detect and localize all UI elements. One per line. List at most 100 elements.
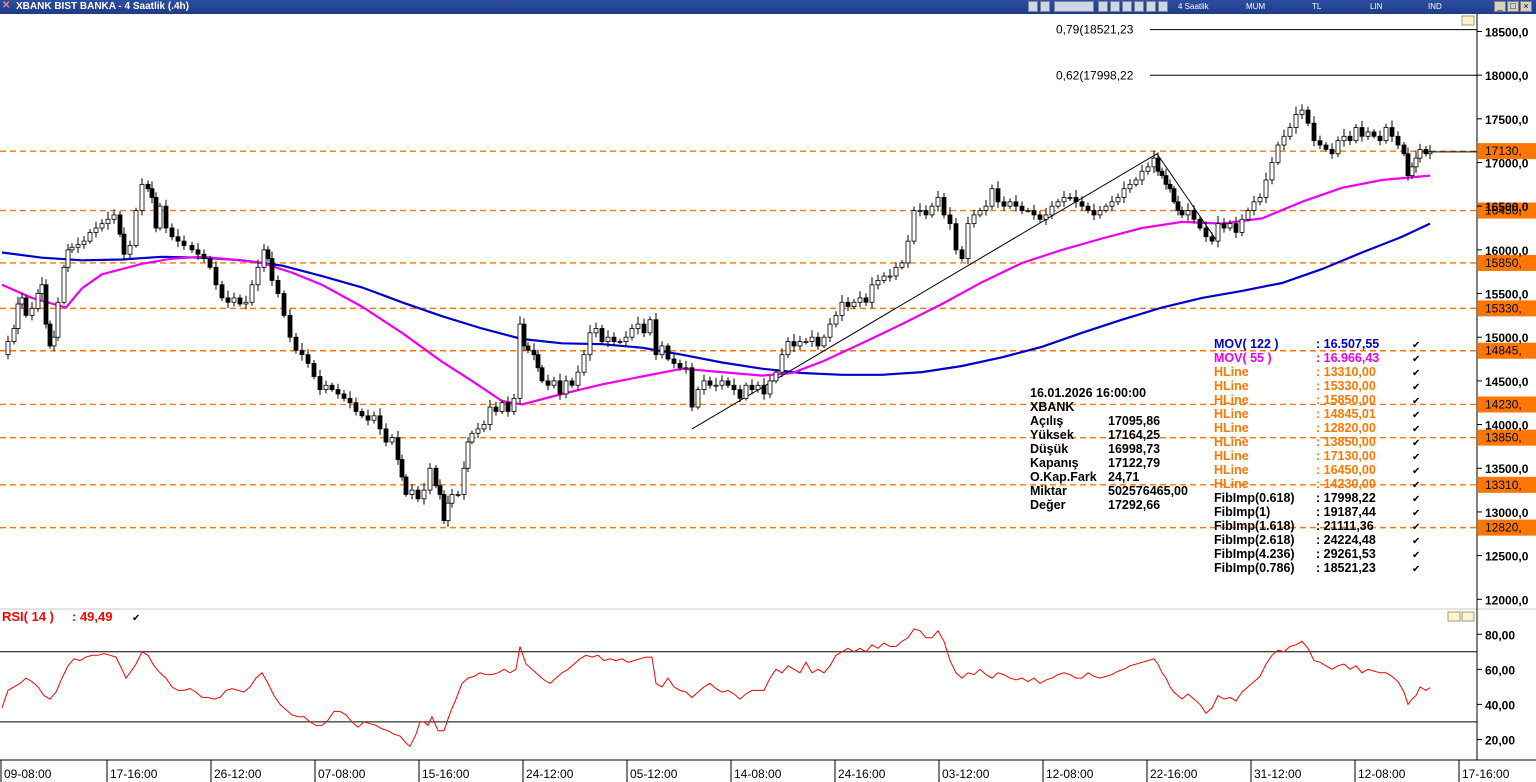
candle-body[interactable]	[69, 246, 75, 251]
candle-body[interactable]	[249, 284, 255, 303]
candle-body[interactable]	[737, 389, 743, 399]
candle-body[interactable]	[1227, 223, 1233, 229]
candle-body[interactable]	[971, 214, 977, 225]
candle-body[interactable]	[641, 323, 647, 334]
price-panel-icon[interactable]	[1461, 15, 1475, 26]
candle-body[interactable]	[1359, 127, 1365, 137]
candle-body[interactable]	[989, 188, 995, 207]
candle-body[interactable]	[1013, 201, 1019, 207]
candle-body[interactable]	[1037, 214, 1043, 220]
candle-body[interactable]	[653, 319, 659, 356]
candle-body[interactable]	[281, 293, 287, 316]
candle-body[interactable]	[261, 249, 267, 268]
candle-body[interactable]	[1121, 188, 1127, 198]
rsi-close-icon[interactable]	[1461, 611, 1475, 622]
candle-body[interactable]	[941, 197, 947, 216]
rsi-restore-icon[interactable]	[1447, 611, 1461, 622]
candle-body[interactable]	[1155, 157, 1161, 172]
candle-body[interactable]	[959, 249, 965, 259]
candle-body[interactable]	[1323, 144, 1329, 150]
candle-body[interactable]	[869, 284, 875, 303]
candle-body[interactable]	[15, 303, 21, 329]
candle-body[interactable]	[1103, 205, 1109, 211]
candle-body[interactable]	[1215, 223, 1221, 242]
candle-body[interactable]	[839, 301, 845, 316]
candle-body[interactable]	[1007, 201, 1013, 207]
candle-body[interactable]	[347, 397, 353, 404]
candle-body[interactable]	[437, 485, 443, 495]
candle-body[interactable]	[1275, 144, 1281, 163]
candle-body[interactable]	[1043, 214, 1049, 220]
candle-body[interactable]	[857, 297, 863, 303]
candle-body[interactable]	[605, 336, 611, 342]
candle-body[interactable]	[581, 354, 587, 373]
candle-body[interactable]	[317, 376, 323, 391]
candle-body[interactable]	[1197, 218, 1203, 229]
candle-body[interactable]	[1049, 205, 1055, 216]
candle-body[interactable]	[255, 266, 261, 286]
candle-body[interactable]	[525, 345, 531, 351]
candle-body[interactable]	[1293, 114, 1299, 128]
candle-body[interactable]	[647, 319, 653, 334]
candle-body[interactable]	[531, 349, 537, 356]
candle-body[interactable]	[389, 437, 395, 443]
candle-body[interactable]	[269, 258, 275, 281]
candle-body[interactable]	[623, 336, 629, 342]
candle-body[interactable]	[87, 231, 93, 242]
candle-body[interactable]	[149, 188, 155, 198]
candle-body[interactable]	[809, 336, 815, 342]
candle-body[interactable]	[875, 280, 881, 286]
candle-body[interactable]	[1179, 210, 1185, 216]
candle-body[interactable]	[983, 205, 989, 211]
candle-body[interactable]	[719, 380, 725, 386]
candle-body[interactable]	[1209, 236, 1215, 242]
candle-body[interactable]	[1055, 201, 1061, 207]
candle-body[interactable]	[881, 275, 887, 281]
candle-body[interactable]	[1175, 201, 1181, 211]
candle-body[interactable]	[791, 341, 797, 347]
candle-body[interactable]	[535, 354, 541, 369]
candle-body[interactable]	[1085, 205, 1091, 211]
candle-body[interactable]	[265, 249, 271, 259]
candle-body[interactable]	[111, 214, 117, 220]
candle-body[interactable]	[569, 380, 575, 386]
candle-body[interactable]	[195, 249, 201, 255]
candle-body[interactable]	[1269, 162, 1275, 181]
candle-body[interactable]	[797, 341, 803, 347]
candle-body[interactable]	[207, 258, 213, 268]
candle-body[interactable]	[917, 210, 923, 212]
candle-body[interactable]	[455, 494, 461, 496]
candle-body[interactable]	[445, 502, 451, 522]
candle-body[interactable]	[43, 284, 49, 325]
candle-body[interactable]	[677, 363, 683, 369]
candle-body[interactable]	[617, 341, 623, 343]
candle-body[interactable]	[587, 332, 593, 356]
candle-body[interactable]	[1019, 205, 1025, 211]
candle-body[interactable]	[611, 336, 617, 342]
candle-body[interactable]	[833, 314, 839, 325]
candle-body[interactable]	[461, 467, 467, 495]
candle-body[interactable]	[403, 476, 409, 495]
candle-body[interactable]	[947, 214, 953, 225]
candle-body[interactable]	[127, 245, 133, 255]
candle-body[interactable]	[51, 336, 57, 347]
candle-body[interactable]	[557, 380, 563, 395]
candle-body[interactable]	[923, 210, 929, 216]
candle-body[interactable]	[395, 437, 401, 460]
candle-body[interactable]	[563, 380, 569, 395]
candle-body[interactable]	[323, 384, 329, 391]
candle-body[interactable]	[1287, 127, 1293, 137]
candle-body[interactable]	[929, 205, 935, 216]
candle-body[interactable]	[803, 341, 809, 343]
candle-body[interactable]	[121, 233, 127, 255]
candle-body[interactable]	[11, 328, 17, 342]
candle-body[interactable]	[29, 307, 35, 316]
candle-body[interactable]	[1145, 166, 1151, 172]
candle-body[interactable]	[335, 389, 341, 395]
candle-body[interactable]	[505, 402, 511, 412]
price-chart[interactable]: 13310,15330,15850,14845,12820,13850,1713…	[0, 0, 1536, 782]
candle-body[interactable]	[517, 323, 523, 399]
candle-body[interactable]	[1091, 210, 1097, 216]
candle-body[interactable]	[713, 384, 719, 387]
candle-body[interactable]	[399, 459, 405, 478]
